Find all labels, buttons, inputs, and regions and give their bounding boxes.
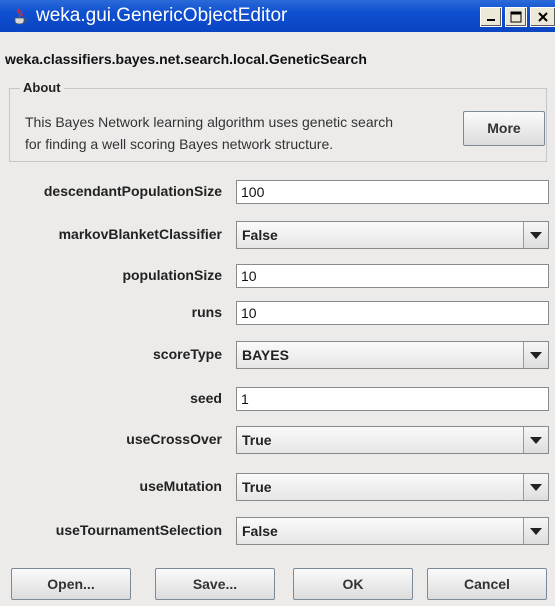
property-label: descendantPopulationSize	[43, 183, 222, 199]
property-row-population-size: populationSize 10	[0, 264, 555, 290]
window-title: weka.gui.GenericObjectEditor	[36, 5, 288, 26]
property-row-use-mutation: useMutation True	[0, 473, 555, 501]
maximize-icon	[510, 11, 522, 23]
property-label: useMutation	[139, 478, 222, 494]
dropdown-value: True	[242, 432, 272, 448]
dropdown-arrow-button[interactable]	[523, 518, 548, 544]
dropdown-arrow-button[interactable]	[523, 427, 548, 453]
dropdown-value: BAYES	[242, 347, 289, 363]
open-button[interactable]: Open...	[11, 568, 131, 600]
property-row-descendant-population-size: descendantPopulationSize 100	[0, 180, 555, 206]
property-label: useCrossOver	[126, 431, 222, 447]
minimize-button[interactable]	[480, 7, 502, 27]
property-row-use-cross-over: useCrossOver True	[0, 426, 555, 454]
descendant-population-size-input[interactable]: 100	[236, 180, 549, 204]
ok-button[interactable]: OK	[293, 568, 413, 600]
use-tournament-selection-dropdown[interactable]: False	[236, 517, 549, 545]
dropdown-arrow-button[interactable]	[523, 474, 548, 500]
use-mutation-dropdown[interactable]: True	[236, 473, 549, 501]
score-type-dropdown[interactable]: BAYES	[236, 341, 549, 369]
property-row-markov-blanket-classifier: markovBlanketClassifier False	[0, 221, 555, 249]
save-button[interactable]: Save...	[155, 568, 275, 600]
seed-input[interactable]: 1	[236, 387, 549, 411]
population-size-input[interactable]: 10	[236, 264, 549, 288]
property-row-use-tournament-selection: useTournamentSelection False	[0, 517, 555, 545]
minimize-icon	[487, 19, 495, 21]
about-text-line-2: for finding a well scoring Bayes network…	[25, 136, 334, 152]
generic-object-editor-window: weka.gui.GenericObjectEditor weka.classi…	[0, 0, 555, 606]
dropdown-value: False	[242, 523, 278, 539]
dropdown-value: True	[242, 479, 272, 495]
title-bar[interactable]: weka.gui.GenericObjectEditor	[0, 0, 555, 32]
property-row-seed: seed 1	[0, 387, 555, 413]
about-legend: About	[20, 80, 64, 95]
about-description: This Bayes Network learning algorithm us…	[25, 111, 455, 155]
close-button[interactable]	[530, 7, 555, 27]
property-row-runs: runs 10	[0, 301, 555, 327]
property-row-score-type: scoreType BAYES	[0, 341, 555, 369]
dropdown-arrow-button[interactable]	[523, 222, 548, 248]
property-label: scoreType	[153, 346, 222, 362]
property-label: markovBlanketClassifier	[58, 226, 222, 242]
markov-blanket-classifier-dropdown[interactable]: False	[236, 221, 549, 249]
use-cross-over-dropdown[interactable]: True	[236, 426, 549, 454]
chevron-down-icon	[530, 528, 542, 535]
close-icon	[538, 12, 548, 22]
more-button[interactable]: More	[463, 111, 545, 146]
class-name-label: weka.classifiers.bayes.net.search.local.…	[5, 51, 367, 67]
chevron-down-icon	[530, 232, 542, 239]
property-label: runs	[191, 304, 222, 320]
property-label: seed	[190, 390, 222, 406]
dropdown-arrow-button[interactable]	[523, 342, 548, 368]
cancel-button[interactable]: Cancel	[427, 568, 547, 600]
chevron-down-icon	[530, 437, 542, 444]
dropdown-value: False	[242, 227, 278, 243]
property-label: useTournamentSelection	[55, 522, 222, 538]
java-cup-icon	[14, 8, 27, 25]
property-label: populationSize	[122, 267, 222, 283]
chevron-down-icon	[530, 484, 542, 491]
maximize-button[interactable]	[505, 7, 527, 27]
runs-input[interactable]: 10	[236, 301, 549, 325]
about-text-line-1: This Bayes Network learning algorithm us…	[25, 114, 394, 130]
chevron-down-icon	[530, 352, 542, 359]
